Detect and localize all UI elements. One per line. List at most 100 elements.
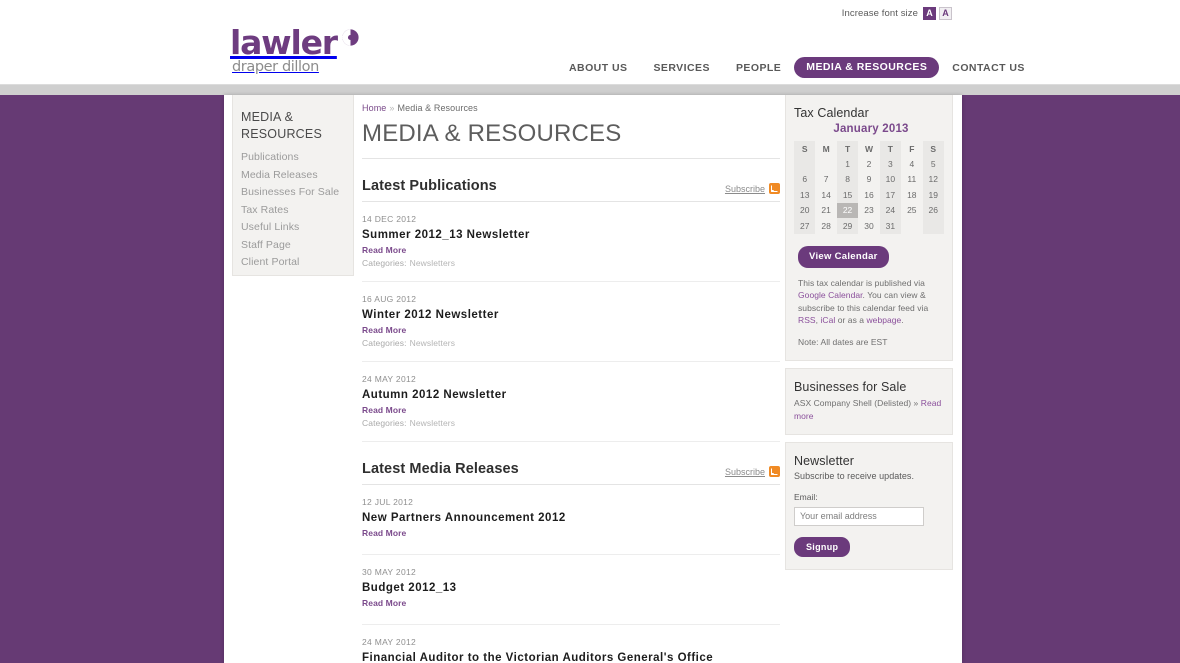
font-size-small-button[interactable]: A: [923, 7, 936, 20]
logo-wordmark: lawler: [230, 23, 338, 62]
calendar-day[interactable]: [794, 156, 815, 172]
calendar-day[interactable]: 3: [880, 156, 901, 172]
nav-item-contact-us[interactable]: CONTACT US: [939, 58, 1038, 78]
google-calendar-link[interactable]: Google Calendar: [798, 290, 863, 300]
calendar-day[interactable]: 1: [837, 156, 858, 172]
sidebar-link-media-releases[interactable]: Media Releases: [241, 167, 353, 185]
site-logo[interactable]: lawler draper dillon: [230, 23, 430, 75]
calendar-day[interactable]: 7: [815, 172, 836, 188]
rss-feed-link[interactable]: RSS: [798, 315, 816, 325]
sidebar-item-client-portal[interactable]: Client Portal: [241, 254, 353, 272]
sidebar-link-publications[interactable]: Publications: [241, 149, 353, 167]
calendar-day[interactable]: 19: [923, 187, 944, 203]
post-categories: Categories: Newsletters: [362, 418, 780, 428]
post-date: 30 MAY 2012: [362, 567, 417, 577]
nav-item-about-us[interactable]: ABOUT US: [556, 58, 640, 78]
calendar-day[interactable]: 20: [794, 203, 815, 219]
breadcrumb-home-link[interactable]: Home: [362, 103, 386, 113]
view-calendar-button[interactable]: View Calendar: [798, 245, 889, 268]
read-more-link[interactable]: Read More: [362, 598, 780, 608]
sidebar-link-useful-links[interactable]: Useful Links: [241, 219, 353, 237]
post-date: 24 MAY 2012: [362, 374, 417, 384]
calendar-day[interactable]: 6: [794, 172, 815, 188]
subscribe-link-media-releases[interactable]: Subscribe: [725, 466, 780, 477]
calendar-day[interactable]: [923, 218, 944, 234]
calendar-day[interactable]: 2: [858, 156, 879, 172]
sidebar-title: MEDIA & RESOURCES: [241, 110, 322, 141]
nav-item-services[interactable]: SERVICES: [640, 58, 723, 78]
tax-calendar-title: Tax Calendar: [794, 106, 869, 120]
newsletter-email-input[interactable]: [794, 506, 924, 526]
calendar-day[interactable]: 25: [901, 203, 922, 219]
calendar-day[interactable]: 31: [880, 218, 901, 234]
calendar-day[interactable]: 18: [901, 187, 922, 203]
page-root: Increase font size A A lawler draper dil…: [0, 0, 1180, 663]
font-size-large-button[interactable]: A: [939, 7, 952, 20]
read-more-link[interactable]: Read More: [362, 528, 780, 538]
sidebar-link-client-portal[interactable]: Client Portal: [241, 254, 353, 272]
calendar-day[interactable]: 9: [858, 172, 879, 188]
nav-item-media-resources[interactable]: MEDIA & RESOURCES: [794, 57, 940, 78]
section-header-publications: Latest Publications Subscribe: [362, 178, 780, 202]
calendar-day[interactable]: 29: [837, 218, 858, 234]
calendar-day[interactable]: 14: [815, 187, 836, 203]
webpage-link[interactable]: webpage: [866, 315, 901, 325]
font-size-control: Increase font size A A: [842, 7, 952, 20]
read-more-link[interactable]: Read More: [362, 325, 780, 335]
calendar-day[interactable]: 8: [837, 172, 858, 188]
calendar-day[interactable]: 4: [901, 156, 922, 172]
calendar-day[interactable]: 5: [923, 156, 944, 172]
calendar-day[interactable]: [901, 218, 922, 234]
sidebar-link-businesses-for-sale[interactable]: Businesses For Sale: [241, 184, 353, 202]
post-title-link[interactable]: Budget 2012_13: [362, 581, 780, 596]
newsletter-signup-button[interactable]: Signup: [794, 536, 851, 557]
sidebar-item-tax-rates[interactable]: Tax Rates: [241, 202, 353, 220]
calendar-day[interactable]: 15: [837, 187, 858, 203]
calendar-day[interactable]: 17: [880, 187, 901, 203]
calendar-day[interactable]: 28: [815, 218, 836, 234]
sidebar-item-staff-page[interactable]: Staff Page: [241, 237, 353, 255]
post-title-link[interactable]: New Partners Announcement 2012: [362, 511, 780, 526]
calendar-weekday-sun: S: [801, 143, 808, 154]
calendar-day[interactable]: 16: [858, 187, 879, 203]
note-line-3: subscribe to this calendar feed via: [798, 302, 929, 313]
right-sidebar: Tax Calendar January 2013 S M T W T F S …: [785, 95, 953, 577]
calendar-day[interactable]: 30: [858, 218, 879, 234]
note-line-2: . You can view &: [862, 290, 926, 300]
calendar-day[interactable]: 10: [880, 172, 901, 188]
calendar-weekday-fri: F: [909, 143, 915, 154]
calendar-day-today[interactable]: 22: [836, 202, 859, 218]
post-title-link[interactable]: Autumn 2012 Newsletter: [362, 388, 780, 403]
calendar-day[interactable]: 13: [794, 187, 815, 203]
calendar-day[interactable]: [815, 156, 836, 172]
post-item: 24 MAY 2012 Financial Auditor to the Vic…: [362, 625, 780, 663]
sidebar-item-media-releases[interactable]: Media Releases: [241, 167, 353, 185]
sidebar-link-staff-page[interactable]: Staff Page: [241, 237, 353, 255]
post-title-link[interactable]: Financial Auditor to the Victorian Audit…: [362, 651, 780, 663]
business-item-text: ASX Company Shell (Delisted) »: [794, 398, 919, 408]
post-title-link[interactable]: Summer 2012_13 Newsletter: [362, 228, 780, 243]
tax-calendar-panel: Tax Calendar January 2013 S M T W T F S …: [785, 95, 953, 361]
post-title-link[interactable]: Winter 2012 Newsletter: [362, 308, 780, 323]
sidebar-link-tax-rates[interactable]: Tax Rates: [241, 202, 353, 220]
calendar-day[interactable]: 11: [901, 172, 922, 188]
subscribe-link-publications[interactable]: Subscribe: [725, 183, 780, 194]
calendar-table: S M T W T F S 1 2 3 4 5 6 7 8 9 10 11 12…: [794, 141, 944, 234]
calendar-day[interactable]: 21: [815, 203, 836, 219]
ical-feed-link[interactable]: iCal: [820, 315, 835, 325]
newsletter-email-label: Email:: [794, 492, 818, 502]
calendar-week-row: 1 2 3 4 5: [794, 156, 944, 172]
calendar-day[interactable]: 12: [923, 172, 944, 188]
calendar-day[interactable]: 24: [880, 203, 901, 219]
sidebar-item-useful-links[interactable]: Useful Links: [241, 219, 353, 237]
calendar-day[interactable]: 26: [923, 203, 944, 219]
read-more-link[interactable]: Read More: [362, 405, 780, 415]
sidebar-item-businesses-for-sale[interactable]: Businesses For Sale: [241, 184, 353, 202]
sidebar-menu: Publications Media Releases Businesses F…: [241, 149, 353, 272]
nav-item-people[interactable]: PEOPLE: [723, 58, 794, 78]
calendar-day[interactable]: 27: [794, 218, 815, 234]
categories-value: Newsletters: [409, 418, 456, 428]
read-more-link[interactable]: Read More: [362, 245, 780, 255]
calendar-day[interactable]: 23: [858, 203, 879, 219]
sidebar-item-publications[interactable]: Publications: [241, 149, 353, 167]
